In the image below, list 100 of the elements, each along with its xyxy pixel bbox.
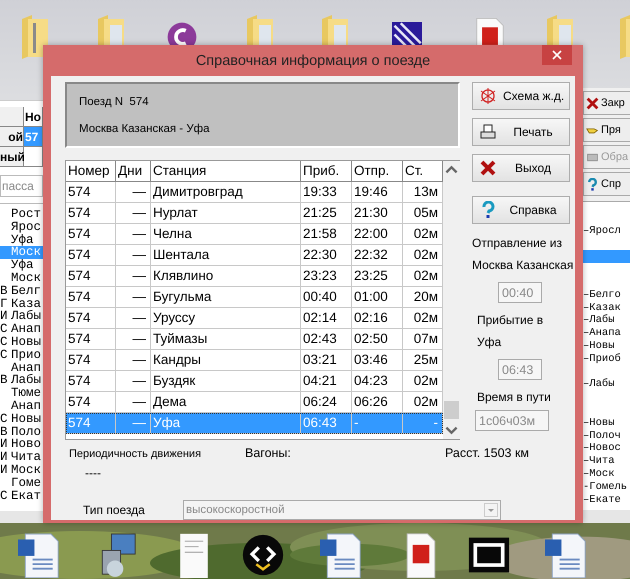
document-icon[interactable] [18, 532, 60, 578]
table-cell: 57 [24, 127, 43, 147]
table-cell: 06:43 [301, 413, 352, 433]
toolbar-button[interactable]: Пря [583, 118, 630, 142]
distance-text: Расст. 1503 км [445, 446, 530, 460]
list-item[interactable]: Уфа [0, 234, 43, 246]
list-item[interactable]: Моск [0, 272, 43, 285]
list-item[interactable]: И Чита [0, 451, 43, 464]
label-text: Время в пути [476, 389, 551, 406]
code-icon[interactable] [242, 532, 284, 578]
action-button[interactable]: Схема ж.д. [472, 82, 570, 110]
search-field[interactable]: пасса [0, 175, 43, 197]
table-cell: Челна [151, 224, 301, 244]
list-item[interactable]: Анап [0, 400, 43, 413]
column-header[interactable]: Отпр. [352, 161, 403, 181]
list-item[interactable]: –Казак [583, 302, 630, 314]
list-item[interactable]: Ярос [0, 220, 43, 234]
list-item[interactable]: В Лабы [0, 374, 43, 388]
list-item[interactable]: В Белг [0, 284, 43, 298]
table-cell: 23:25 [352, 266, 403, 286]
table-cell: 21:58 [301, 224, 352, 244]
list-item[interactable]: –Чита [583, 455, 630, 468]
table-cell: Уфа [151, 413, 301, 433]
list-item[interactable]: Гоме [0, 476, 43, 490]
list-item[interactable]: –Приоб [583, 352, 630, 366]
list-item[interactable]: –Новос [583, 442, 630, 456]
table-cell: 574 [66, 224, 116, 244]
list-item[interactable]: С Анап [0, 323, 43, 336]
table-cell: 21:25 [301, 203, 352, 223]
list-item[interactable]: –Моск [583, 468, 630, 481]
table-cell: 01:00 [352, 287, 403, 307]
time-field: 06:43 [498, 359, 542, 380]
column-header[interactable]: Приб. [301, 161, 352, 181]
table-cell: 574 [66, 266, 116, 286]
document-icon[interactable] [545, 532, 587, 578]
list-item[interactable] [583, 250, 630, 264]
list-item[interactable]: В Поло [0, 426, 43, 438]
column-header[interactable]: Номер [66, 161, 116, 181]
table-cell: 03:21 [301, 350, 352, 370]
time-field: 00:40 [498, 282, 542, 303]
table-cell: 06:24 [301, 392, 352, 412]
table-cell: Димитровград [151, 182, 301, 202]
column-header[interactable]: Ст. [403, 161, 443, 181]
table-cell: Буздяк [151, 371, 301, 391]
table-cell: 02:16 [352, 308, 403, 328]
list-item[interactable]: С Новы [0, 412, 43, 426]
train-number: Поезд N 574 [79, 96, 150, 108]
list-item[interactable]: –Яросл [583, 224, 630, 238]
list-item[interactable]: С Новы [0, 336, 43, 349]
list-item[interactable]: Уфа [0, 259, 43, 272]
action-button[interactable]: Справка [472, 196, 570, 224]
scroll-thumb[interactable] [444, 401, 459, 419]
table-cell: 574 [66, 287, 116, 307]
table-cell: Нурлат [151, 203, 301, 223]
list-item[interactable]: Анап [0, 362, 43, 374]
table-cell: 03:46 [352, 350, 403, 370]
table-cell: — [116, 350, 151, 370]
list-item[interactable]: С Екат [0, 490, 43, 502]
action-button[interactable]: Печать [472, 118, 570, 146]
list-item[interactable]: Тюме [0, 387, 43, 400]
table-cell: — [116, 329, 151, 349]
label-text: Тип поезда [82, 503, 146, 517]
list-item[interactable]: –Новы [583, 340, 630, 353]
list-item[interactable]: Г Каза [0, 298, 43, 310]
table-cell: 574 [66, 329, 116, 349]
printer-icon [479, 123, 497, 141]
help-icon [586, 178, 599, 190]
column-header[interactable]: Дни [116, 161, 151, 181]
label-text: Вагоны: [245, 446, 292, 460]
list-item[interactable]: –Лабы [583, 378, 630, 392]
list-item[interactable]: –Полоч [583, 430, 630, 442]
table-cell: — [116, 224, 151, 244]
toolbar-button[interactable]: Спр [583, 172, 630, 196]
table-cell: 19:46 [352, 182, 403, 202]
document-icon[interactable] [320, 532, 362, 578]
list-item[interactable]: –Лабы [583, 314, 630, 328]
table-cell: 574 [66, 203, 116, 223]
column-header[interactable]: Станция [151, 161, 301, 181]
table-cell: 21:30 [352, 203, 403, 223]
list-item[interactable]: И Моск [0, 464, 43, 477]
list-item[interactable]: –Новы [583, 416, 630, 430]
list-item[interactable]: С Прио [0, 348, 43, 362]
zip-folder-icon[interactable] [20, 15, 50, 59]
label-text: Прибытие в [476, 312, 544, 329]
list-item[interactable]: –Екате [583, 494, 630, 506]
list-item[interactable]: –Анапа [583, 327, 630, 340]
label-text: Москва Казанская [472, 257, 574, 274]
toolbar-button[interactable]: Закр [583, 91, 630, 115]
list-item[interactable]: –Белго [583, 288, 630, 302]
table-cell: — [116, 203, 151, 223]
table-cell: 06:26 [352, 392, 403, 412]
list-item[interactable]: И Ново [0, 438, 43, 452]
action-button[interactable]: Выход [472, 154, 570, 182]
periodicity-value: ---- [84, 466, 102, 480]
close-button[interactable] [542, 45, 572, 65]
list-item[interactable]: И Лабы [0, 310, 43, 324]
list-item[interactable]: -Гомель [583, 480, 630, 494]
table-cell: Туймазы [151, 329, 301, 349]
list-item[interactable]: Рост [0, 208, 43, 221]
scrollbar[interactable] [443, 161, 460, 439]
